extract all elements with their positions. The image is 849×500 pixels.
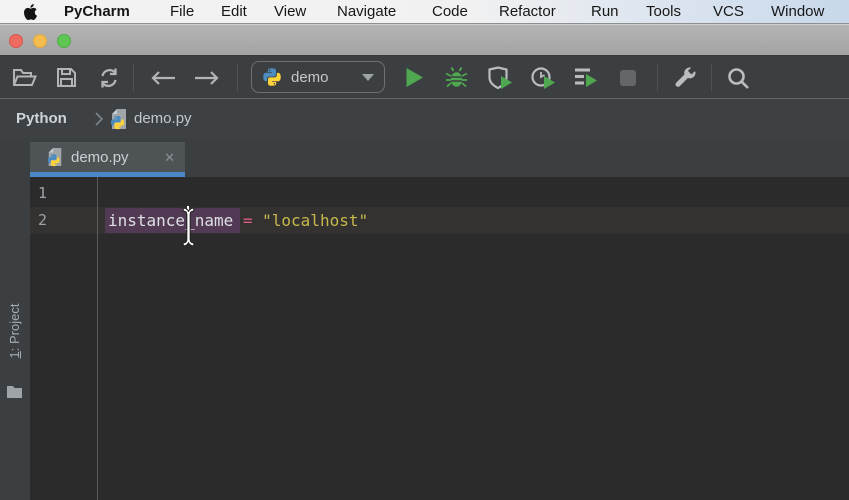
menu-navigate[interactable]: Navigate — [337, 0, 396, 24]
breadcrumb-chevron-icon — [95, 112, 103, 126]
forward-button[interactable] — [194, 70, 220, 86]
open-folder-icon — [13, 68, 37, 87]
code-line: instance_name = "localhost" — [108, 207, 368, 234]
wrench-icon — [673, 67, 697, 89]
toolbar-separator — [237, 64, 238, 91]
sync-icon — [98, 67, 120, 89]
synchronize-button[interactable] — [98, 67, 120, 89]
project-tool-window-button[interactable]: 1: Project — [5, 286, 25, 376]
line-number: 1 — [38, 180, 68, 207]
settings-button[interactable] — [673, 67, 697, 89]
pycharm-window: PyCharm File Edit View Navigate Code Ref… — [0, 0, 849, 500]
project-mnemonic: 1 — [7, 351, 22, 358]
token-operator: = — [233, 211, 262, 230]
run-configuration-name: demo — [291, 69, 353, 86]
toolbar-separator — [133, 64, 134, 91]
code-editor[interactable]: 1 2 instance_name = "localhost" — [30, 177, 849, 500]
toolbar-separator — [711, 64, 712, 91]
minimize-window-button[interactable] — [33, 34, 47, 48]
chevron-down-icon — [362, 74, 374, 81]
zoom-window-button[interactable] — [57, 34, 71, 48]
toolbar-separator — [657, 64, 658, 91]
python-file-icon — [109, 108, 129, 130]
menu-pycharm[interactable]: PyCharm — [64, 0, 130, 24]
menu-edit[interactable]: Edit — [221, 0, 247, 24]
profiler-button[interactable] — [531, 66, 557, 90]
gutter-separator — [97, 177, 98, 500]
menu-run[interactable]: Run — [591, 0, 619, 24]
run-configuration-select[interactable]: demo — [251, 61, 385, 93]
macos-menu-bar: PyCharm File Edit View Navigate Code Ref… — [0, 0, 849, 24]
token-string: "localhost" — [262, 211, 368, 230]
coverage-shield-icon — [488, 66, 514, 90]
main-toolbar: demo — [0, 56, 849, 99]
back-button[interactable] — [150, 70, 176, 86]
menu-code[interactable]: Code — [432, 0, 468, 24]
profiler-clock-icon — [531, 66, 557, 90]
run-with-coverage-button[interactable] — [488, 66, 514, 90]
menu-file[interactable]: File — [170, 0, 194, 24]
back-arrow-icon — [150, 70, 176, 86]
python-file-icon — [46, 147, 64, 167]
breadcrumb-project[interactable]: Python — [16, 99, 67, 138]
concurrency-list-icon — [574, 67, 600, 89]
menu-tools[interactable]: Tools — [646, 0, 681, 24]
menu-refactor[interactable]: Refactor — [499, 0, 556, 24]
project-label: : Project — [7, 304, 22, 352]
python-logo-icon — [262, 67, 282, 87]
token-variable: instance_name — [108, 211, 233, 230]
ibeam-cursor-icon — [180, 207, 197, 247]
breadcrumb-file[interactable]: demo.py — [134, 99, 192, 138]
close-window-button[interactable] — [9, 34, 23, 48]
tab-label: demo.py — [71, 149, 157, 166]
close-tab-icon[interactable]: ✕ — [164, 151, 175, 164]
menu-view[interactable]: View — [274, 0, 306, 24]
search-everywhere-button[interactable] — [727, 67, 750, 90]
run-concurrency-button[interactable] — [574, 67, 600, 89]
apple-menu[interactable] — [24, 4, 37, 20]
apple-icon — [24, 4, 37, 20]
line-number: 2 — [38, 207, 68, 234]
tool-window-strip: 1: Project — [0, 138, 30, 500]
search-icon — [727, 67, 750, 90]
open-file-button[interactable] — [13, 68, 37, 87]
save-all-button[interactable] — [56, 67, 77, 88]
forward-arrow-icon — [194, 70, 220, 86]
debug-bug-icon — [445, 66, 468, 89]
editor-tab-bar: demo.py ✕ — [0, 138, 849, 177]
run-play-icon — [405, 67, 424, 88]
stop-button[interactable] — [619, 69, 637, 87]
tab-demo-py[interactable]: demo.py ✕ — [30, 142, 185, 172]
breadcrumb: Python demo.py — [0, 99, 849, 138]
stop-icon — [619, 69, 637, 87]
window-title-bar[interactable] — [0, 24, 849, 56]
menu-window[interactable]: Window — [771, 0, 824, 24]
run-button[interactable] — [405, 67, 424, 88]
folder-icon — [7, 385, 22, 398]
menu-vcs[interactable]: VCS — [713, 0, 744, 24]
save-icon — [56, 67, 77, 88]
debug-button[interactable] — [445, 66, 468, 89]
